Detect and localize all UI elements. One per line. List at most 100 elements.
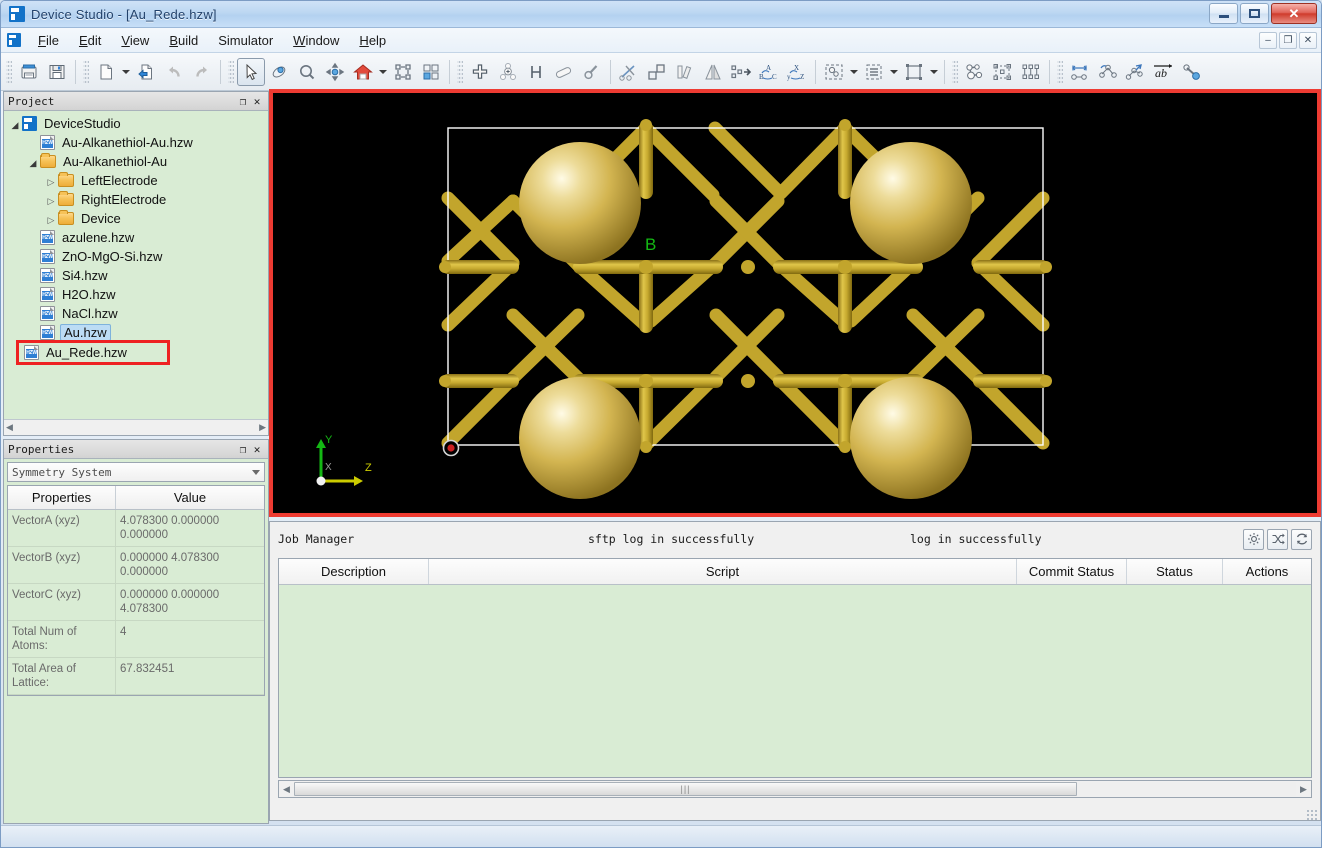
eraser-icon[interactable]	[550, 58, 578, 86]
tree-item-au-rede-hzw[interactable]: Au_Rede.hzw	[18, 342, 168, 363]
tree-item-devicestudio[interactable]: ◢DeviceStudio	[4, 114, 268, 133]
print-icon[interactable]	[15, 58, 43, 86]
minimize-button[interactable]	[1209, 3, 1238, 24]
column-header-script[interactable]: Script	[429, 559, 1017, 584]
scrollbar-track[interactable]: |||	[294, 782, 1296, 796]
menu-view[interactable]: View	[111, 30, 159, 51]
bounding-box-icon[interactable]	[900, 58, 928, 86]
job-table-horizontal-scrollbar[interactable]: ◀ ||| ▶	[278, 780, 1312, 798]
tree-item-nacl-hzw[interactable]: NaCl.hzw	[4, 304, 268, 323]
supercell-icon[interactable]	[643, 58, 671, 86]
toolbar-grip[interactable]	[83, 60, 89, 84]
cell-display-icon[interactable]	[989, 58, 1017, 86]
measure-angle-icon[interactable]	[1094, 58, 1122, 86]
measure-torsion-icon[interactable]	[1122, 58, 1150, 86]
twisty-collapsed-icon[interactable]: ▷	[44, 211, 58, 226]
measure-distance-icon[interactable]	[1066, 58, 1094, 86]
menu-edit[interactable]: Edit	[69, 30, 111, 51]
shuffle-icon[interactable]	[1267, 529, 1288, 550]
polyhedra-icon[interactable]	[1017, 58, 1045, 86]
tree-item-azulene-hzw[interactable]: azulene.hzw	[4, 228, 268, 247]
twisty-collapsed-icon[interactable]: ▷	[44, 173, 58, 188]
gear-icon[interactable]	[1243, 529, 1264, 550]
add-atom-icon[interactable]	[466, 58, 494, 86]
home-view-icon[interactable]	[349, 58, 377, 86]
hydrogen-icon[interactable]	[522, 58, 550, 86]
rotate-icon[interactable]	[265, 58, 293, 86]
tile-view-icon[interactable]	[417, 58, 445, 86]
tree-item-si4-hzw[interactable]: Si4.hzw	[4, 266, 268, 285]
twisty-collapsed-icon[interactable]: ▷	[44, 192, 58, 207]
fit-view-icon[interactable]	[389, 58, 417, 86]
layer-dropdown-icon[interactable]	[888, 58, 900, 86]
column-header-commit-status[interactable]: Commit Status	[1017, 559, 1127, 584]
property-row[interactable]: Total Area of Lattice:67.832451	[8, 658, 264, 695]
magnifier-icon[interactable]	[293, 58, 321, 86]
scroll-right-icon[interactable]: ▶	[259, 422, 266, 433]
tree-item-device[interactable]: ▷Device	[4, 209, 268, 228]
scrollbar-thumb[interactable]: |||	[294, 782, 1077, 796]
tree-item-au-hzw[interactable]: Au.hzw	[4, 323, 268, 342]
add-molecule-icon[interactable]	[494, 58, 522, 86]
job-table[interactable]: Description Script Commit Status Status …	[278, 558, 1312, 778]
menu-window[interactable]: Window	[283, 30, 349, 51]
maximize-button[interactable]	[1240, 3, 1269, 24]
xyz-axes-icon[interactable]: XyZ	[783, 58, 811, 86]
bounding-box-dropdown-icon[interactable]	[928, 58, 940, 86]
slab-icon[interactable]	[671, 58, 699, 86]
twisty-expanded-icon[interactable]: ◢	[26, 154, 40, 169]
select-arrow-icon[interactable]	[237, 58, 265, 86]
menu-file[interactable]: File	[28, 30, 69, 51]
label-ab-icon[interactable]: ab	[1150, 58, 1178, 86]
structure-viewport[interactable]: B A C Y X Z	[269, 89, 1321, 517]
refresh-icon[interactable]	[1291, 529, 1312, 550]
mdi-close-button[interactable]: ✕	[1299, 32, 1317, 49]
redo-icon[interactable]	[188, 58, 216, 86]
opengl-canvas[interactable]: B A C Y X Z	[273, 93, 1317, 513]
symmetry-system-select[interactable]: Symmetry System	[7, 462, 265, 482]
column-header-status[interactable]: Status	[1127, 559, 1223, 584]
toolbar-grip[interactable]	[6, 60, 12, 84]
menu-simulator[interactable]: Simulator	[208, 30, 283, 51]
column-header-description[interactable]: Description	[279, 559, 429, 584]
new-file-dropdown-icon[interactable]	[120, 58, 132, 86]
float-icon[interactable]: ❐	[236, 94, 250, 108]
save-icon[interactable]	[43, 58, 71, 86]
toolbar-grip[interactable]	[1057, 60, 1063, 84]
menu-help[interactable]: Help	[349, 30, 396, 51]
chevron-down-icon[interactable]	[252, 470, 260, 475]
undo-icon[interactable]	[160, 58, 188, 86]
translate-icon[interactable]	[727, 58, 755, 86]
float-icon[interactable]: ❐	[236, 442, 250, 456]
new-file-icon[interactable]	[92, 58, 120, 86]
mdi-minimize-button[interactable]: –	[1259, 32, 1277, 49]
tree-item-zno-mgo-si-hzw[interactable]: ZnO-MgO-Si.hzw	[4, 247, 268, 266]
abc-axes-icon[interactable]: ABC	[755, 58, 783, 86]
cut-bond-icon[interactable]	[615, 58, 643, 86]
mirror-icon[interactable]	[699, 58, 727, 86]
tree-item-rightelectrode[interactable]: ▷RightElectrode	[4, 190, 268, 209]
mdi-restore-button[interactable]: ❐	[1279, 32, 1297, 49]
tree-item-leftelectrode[interactable]: ▷LeftElectrode	[4, 171, 268, 190]
property-row[interactable]: VectorA (xyz)4.078300 0.000000 0.000000	[8, 510, 264, 547]
scroll-left-icon[interactable]: ◀	[6, 422, 13, 433]
toolbar-grip[interactable]	[457, 60, 463, 84]
close-icon[interactable]: ✕	[250, 442, 264, 456]
menu-build[interactable]: Build	[159, 30, 208, 51]
resize-grip[interactable]	[1306, 809, 1318, 821]
tree-item-au-alkanethiol-au[interactable]: ◢Au-Alkanethiol-Au	[4, 152, 268, 171]
tree-item-au-alkanethiol-au-hzw[interactable]: Au-Alkanethiol-Au.hzw	[4, 133, 268, 152]
close-button[interactable]: ✕	[1271, 3, 1317, 24]
pick-atom-icon[interactable]	[578, 58, 606, 86]
project-tree[interactable]: ◢DeviceStudioAu-Alkanethiol-Au.hzw◢Au-Al…	[4, 111, 268, 435]
scroll-left-icon[interactable]: ◀	[279, 784, 294, 795]
home-view-dropdown-icon[interactable]	[377, 58, 389, 86]
ball-stick-icon[interactable]	[961, 58, 989, 86]
tree-item-h2o-hzw[interactable]: H2O.hzw	[4, 285, 268, 304]
pan-move-icon[interactable]	[321, 58, 349, 86]
scroll-right-icon[interactable]: ▶	[1296, 784, 1311, 795]
column-header-actions[interactable]: Actions	[1223, 559, 1311, 584]
property-row[interactable]: VectorC (xyz)0.000000 0.000000 4.078300	[8, 584, 264, 621]
toolbar-grip[interactable]	[228, 60, 234, 84]
select-group-icon[interactable]	[820, 58, 848, 86]
